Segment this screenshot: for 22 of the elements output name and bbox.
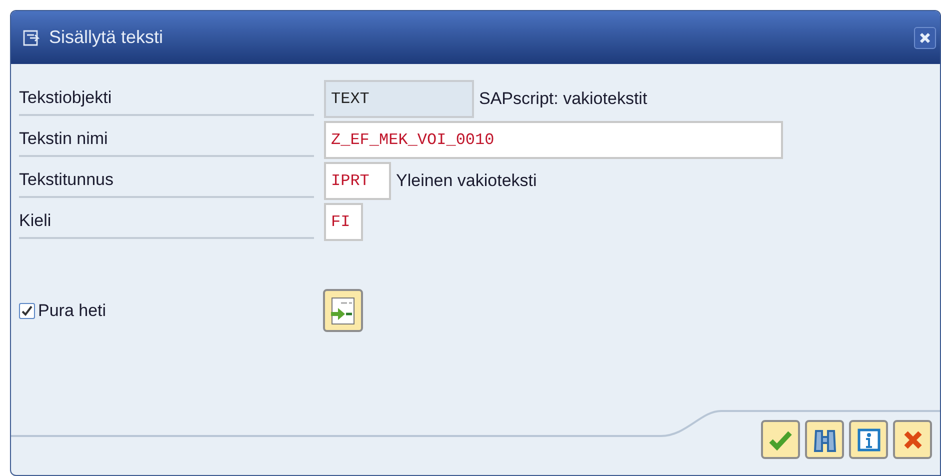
- input-field[interactable]: Z_EF_MEK_VOI_0010: [324, 121, 783, 159]
- checkbox-label: Pura heti: [38, 300, 106, 322]
- field-label: Kieli: [19, 205, 314, 239]
- field-label: Tekstiobjekti: [19, 82, 314, 116]
- input-field[interactable]: TEXT: [324, 80, 474, 118]
- checkmark-icon: [21, 304, 33, 316]
- field-label: Tekstitunnus: [19, 164, 314, 198]
- window-title: Sisällytä teksti: [49, 26, 164, 49]
- field-description: SAPscript: vakiotekstit: [479, 88, 648, 110]
- find-button[interactable]: [805, 420, 844, 459]
- field-description: Yleinen vakioteksti: [396, 170, 537, 192]
- field-label: Tekstin nimi: [19, 123, 314, 157]
- cancel-button[interactable]: [893, 420, 932, 459]
- input-field[interactable]: IPRT: [324, 162, 391, 200]
- info-button[interactable]: [849, 420, 888, 459]
- close-button[interactable]: [914, 26, 936, 48]
- ok-button[interactable]: [761, 420, 800, 459]
- insert-button[interactable]: [323, 289, 363, 332]
- window-icon: [23, 30, 41, 46]
- close-icon: [918, 30, 932, 44]
- checkbox[interactable]: [19, 302, 35, 318]
- input-field[interactable]: FI: [324, 203, 363, 241]
